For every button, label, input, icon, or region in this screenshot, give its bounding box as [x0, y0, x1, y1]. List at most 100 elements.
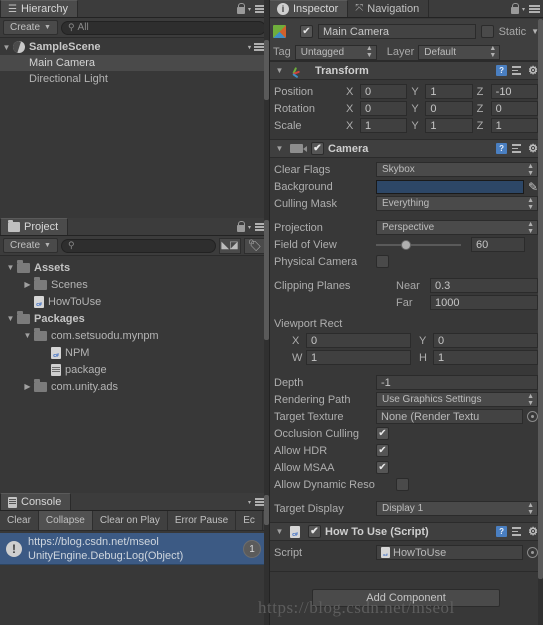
transform-component-header[interactable]: ▼ Transform ? ⚙	[269, 61, 543, 80]
updown-arrows-icon: ▲ ▼	[527, 220, 534, 235]
culling-mask-dropdown[interactable]: Everything ▲ ▼	[376, 196, 538, 211]
panel-splitter[interactable]	[269, 0, 270, 625]
console-log-row[interactable]: ! https://blog.csdn.net/mseol UnityEngin…	[0, 533, 269, 565]
field-of-view-input[interactable]: 60	[471, 237, 525, 252]
transform-y-input[interactable]: 1	[425, 84, 473, 99]
transform-z-input[interactable]: 1	[490, 118, 538, 133]
gear-icon[interactable]: ⚙	[528, 525, 538, 538]
hierarchy-item-main-camera[interactable]: ▶ Main Camera	[0, 55, 269, 71]
help-icon[interactable]: ?	[496, 143, 508, 154]
foldout-icon[interactable]: ▼	[0, 43, 13, 52]
camera-component-header[interactable]: ▼ ✔ Camera ? ⚙	[269, 139, 543, 158]
scene-menu-icon[interactable]: ▾	[248, 43, 265, 51]
foldout-icon[interactable]: ▼	[273, 66, 286, 75]
tab-navigation[interactable]: ⤧ Navigation	[348, 0, 430, 17]
console-button[interactable]: Clear	[0, 511, 39, 530]
field-of-view-slider[interactable]	[376, 237, 461, 252]
console-button[interactable]: Ec	[236, 511, 263, 530]
transform-y-input[interactable]: 1	[425, 118, 473, 133]
rendering-path-dropdown[interactable]: Use Graphics Settings ▲ ▼	[376, 392, 538, 407]
gear-icon[interactable]: ⚙	[528, 64, 538, 77]
transform-x-input[interactable]: 0	[360, 101, 408, 116]
filter-by-type-button[interactable]: ◣◪	[219, 237, 241, 254]
allow-hdr-checkbox[interactable]: ✔	[376, 444, 389, 457]
project-search-input[interactable]: ⚲	[60, 238, 216, 253]
physical-camera-checkbox[interactable]	[376, 255, 389, 268]
project-row[interactable]: ▼ com.setsuodu.mynpm	[0, 327, 269, 344]
object-picker-icon[interactable]	[527, 411, 538, 422]
help-icon[interactable]: ?	[496, 526, 508, 537]
target-texture-field[interactable]: None (Render Textu	[376, 409, 523, 424]
clear-flags-dropdown[interactable]: Skybox ▲ ▼	[376, 162, 538, 177]
filter-by-label-button[interactable]: 🏷	[244, 237, 266, 254]
transform-z-input[interactable]: -10	[490, 84, 538, 99]
preset-icon[interactable]	[512, 143, 523, 154]
project-row[interactable]: ▶ com.unity.ads	[0, 378, 269, 395]
tab-project[interactable]: Project	[0, 218, 69, 235]
background-color-swatch[interactable]	[376, 179, 524, 194]
foldout-icon[interactable]: ▼	[273, 144, 286, 153]
foldout-icon[interactable]: ▼	[21, 331, 34, 340]
tab-console[interactable]: Console	[0, 493, 72, 510]
target-display-dropdown[interactable]: Display 1 ▲ ▼	[376, 501, 538, 516]
console-button[interactable]: Collapse	[38, 511, 93, 530]
static-checkbox[interactable]	[480, 25, 494, 38]
depth-input[interactable]: -1	[376, 375, 538, 390]
project-panel: Project ▾ Create ▼ ⚲ ◣◪ 🏷 ▼ Assets ▶ Sce…	[0, 218, 269, 493]
inspector-scrollbar[interactable]	[538, 19, 543, 625]
occlusion-culling-checkbox[interactable]: ✔	[376, 427, 389, 440]
lock-icon[interactable]	[510, 2, 520, 14]
allow-dynamic-resolution-checkbox[interactable]	[396, 478, 409, 491]
foldout-icon[interactable]: ▼	[4, 314, 17, 323]
near-input[interactable]: 0.3	[430, 278, 538, 293]
project-row[interactable]: ▶package	[0, 361, 269, 378]
tab-inspector[interactable]: i Inspector	[269, 0, 349, 17]
camera-enabled-checkbox[interactable]: ✔	[311, 142, 324, 155]
help-icon[interactable]: ?	[496, 65, 508, 76]
tab-hierarchy[interactable]: ☰ Hierarchy	[0, 0, 79, 17]
project-row[interactable]: ▼ Assets	[0, 259, 269, 276]
transform-x-input[interactable]: 0	[360, 84, 408, 99]
eyedropper-icon[interactable]: ✎	[528, 180, 538, 194]
project-row[interactable]: ▼ Packages	[0, 310, 269, 327]
foldout-icon[interactable]: ▼	[4, 263, 17, 272]
allow-msaa-checkbox[interactable]: ✔	[376, 461, 389, 474]
foldout-icon[interactable]: ▼	[273, 527, 286, 536]
hierarchy-create-button[interactable]: Create ▼	[3, 20, 58, 35]
preset-icon[interactable]	[512, 526, 523, 537]
tag-dropdown[interactable]: Untagged ▲ ▼	[294, 44, 377, 60]
script-object-field[interactable]: c# HowToUse	[376, 545, 523, 560]
hierarchy-scene-row[interactable]: ▼ SampleScene ▾	[0, 39, 269, 55]
project-row[interactable]: ▶ Scenes	[0, 276, 269, 293]
script-enabled-checkbox[interactable]: ✔	[308, 525, 321, 538]
hierarchy-item-directional-light[interactable]: ▶ Directional Light	[0, 71, 269, 87]
hierarchy-search-input[interactable]: ⚲ All	[60, 20, 266, 35]
object-enabled-checkbox[interactable]: ✔	[300, 25, 313, 38]
projection-dropdown[interactable]: Perspective ▲ ▼	[376, 220, 538, 235]
viewport-x-input[interactable]: 0	[306, 333, 411, 348]
project-row[interactable]: ▶c#NPM	[0, 344, 269, 361]
console-button[interactable]: Clear on Play	[92, 511, 168, 530]
object-picker-icon[interactable]	[527, 547, 538, 558]
project-row[interactable]: ▶c#HowToUse	[0, 293, 269, 310]
console-button[interactable]: Error Pause	[167, 511, 237, 530]
layer-dropdown[interactable]: Default ▲ ▼	[418, 44, 501, 60]
transform-x-input[interactable]: 1	[360, 118, 408, 133]
add-component-button[interactable]: Add Component	[312, 589, 500, 607]
viewport-h-input[interactable]: 1	[433, 350, 538, 365]
far-input[interactable]: 1000	[430, 295, 538, 310]
viewport-y-input[interactable]: 0	[433, 333, 538, 348]
foldout-icon[interactable]: ▶	[21, 382, 34, 391]
preset-icon[interactable]	[512, 65, 523, 76]
script-component-header[interactable]: ▼ c# ✔ How To Use (Script) ? ⚙	[269, 522, 543, 541]
object-name-input[interactable]: Main Camera	[318, 24, 476, 39]
menu-icon[interactable]	[529, 5, 540, 13]
foldout-icon[interactable]: ▶	[21, 280, 34, 289]
lock-icon[interactable]	[236, 220, 246, 232]
gear-icon[interactable]: ⚙	[528, 142, 538, 155]
project-create-button[interactable]: Create ▼	[3, 238, 58, 253]
transform-z-input[interactable]: 0	[490, 101, 538, 116]
viewport-w-input[interactable]: 1	[306, 350, 411, 365]
transform-y-input[interactable]: 0	[425, 101, 473, 116]
lock-icon[interactable]	[236, 2, 246, 14]
